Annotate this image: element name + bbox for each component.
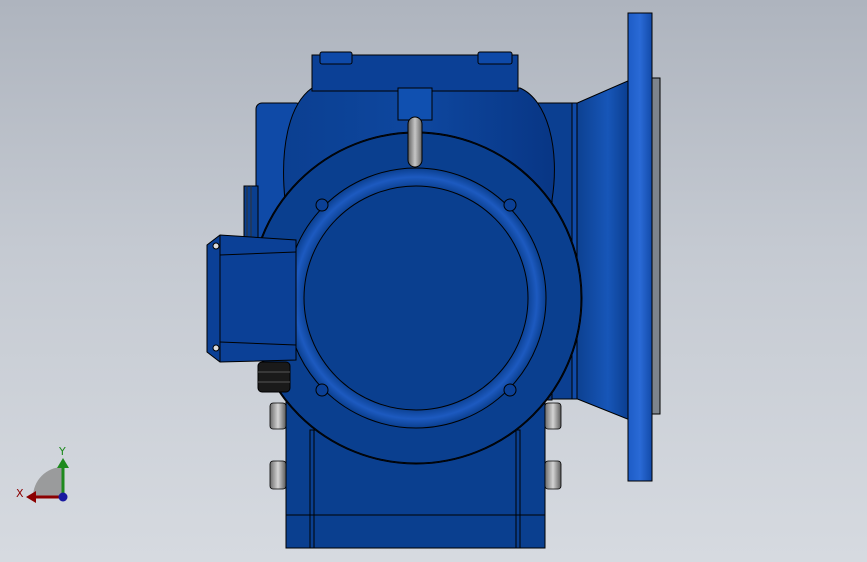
cable-gland — [257, 361, 291, 393]
bolt-icon — [503, 383, 517, 397]
x-axis-arrow-icon — [26, 491, 36, 503]
bolt-icon — [315, 198, 329, 212]
triad-sector — [33, 467, 63, 497]
flange-plate — [627, 12, 653, 482]
bolt-icon — [269, 402, 287, 430]
bolt-icon — [544, 402, 562, 430]
z-axis-dot-icon — [58, 492, 68, 502]
axis-triad: Y X — [16, 445, 69, 503]
lifting-eye-shaft — [407, 116, 423, 168]
bolt-icon — [315, 383, 329, 397]
y-axis-arrow-icon — [57, 458, 69, 468]
cad-viewport[interactable]: Y X — [0, 0, 867, 562]
bolt-icon — [503, 198, 517, 212]
triad-x-label: X — [16, 487, 24, 500]
triad-y-label: Y — [58, 445, 66, 458]
front-cover-inner — [303, 185, 529, 411]
flange-cone — [574, 79, 631, 421]
bolt-icon — [269, 460, 287, 490]
motor-adapter — [206, 234, 297, 393]
bolt-icon — [544, 460, 562, 490]
front-cover — [285, 167, 547, 429]
flange-spigot — [651, 77, 661, 415]
lifting-eye — [407, 116, 423, 168]
